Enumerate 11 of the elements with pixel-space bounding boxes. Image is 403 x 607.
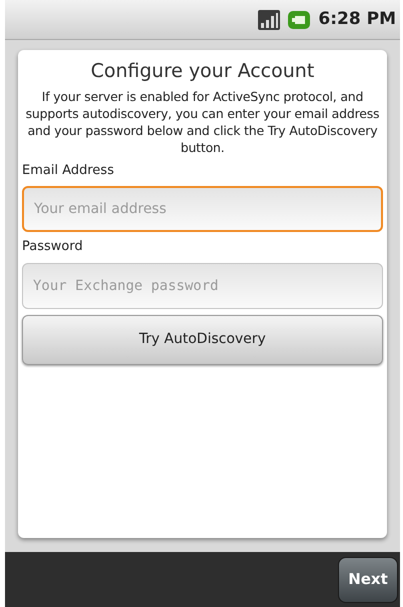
field-label: Password (22, 238, 84, 256)
status-time: 6:28 PM (318, 8, 396, 31)
next-button[interactable]: Next (338, 556, 398, 602)
password-field[interactable]: Your Exchange password (22, 262, 383, 309)
field-label: Email Address (22, 162, 115, 180)
autodiscovery-button[interactable]: Try AutoDiscovery (22, 314, 383, 365)
email-field[interactable]: Your email address (22, 186, 383, 232)
battery-icon (288, 10, 310, 28)
screen-title: Configure your Account (90, 60, 316, 84)
instructions-text: If your server is enabled for ActiveSync protocol, and supports autodiscovery, you can enter your email address and your password below and click the Try AutoDiscovery button. (24, 88, 380, 156)
signal-icon (258, 10, 280, 30)
